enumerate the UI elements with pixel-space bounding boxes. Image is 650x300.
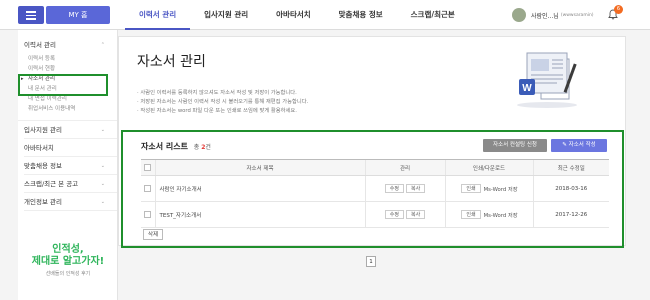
hamburger-menu-button[interactable] (18, 6, 44, 24)
word-document-illustration: W (517, 52, 577, 108)
chevron-down-icon: ⌄ (100, 127, 105, 133)
sidebar-sub-service-history[interactable]: 취업서비스 이용내역 (24, 104, 117, 114)
sidebar-item-privacy[interactable]: 개인정보 관리 ⌄ (24, 193, 117, 211)
page-number-button[interactable]: 1 (366, 256, 376, 267)
nav-avatar-search[interactable]: 아바타서치 (262, 0, 325, 30)
sidebar-item-apply-mgmt[interactable]: 입사지원 관리 ⌄ (24, 121, 117, 139)
chevron-down-icon: ⌄ (100, 181, 105, 187)
note-line: · 작성된 자소서는 word 파일 다운 또는 인쇄로 쓰임에 맞게 활용하세… (137, 108, 297, 114)
list-highlight-box (121, 130, 624, 248)
ad-headline-1: 인적성, (52, 244, 84, 255)
chevron-up-icon: ⌃ (100, 42, 105, 48)
sidebar-sub-resume-register[interactable]: 이력서 등록 (24, 54, 117, 64)
aptitude-ad-banner[interactable]: 인적성, 제대로 알고가자! 선배들의 인적성 후기 (18, 228, 118, 288)
user-menu[interactable]: 사람인...님 (wwwsaramin) (512, 7, 594, 23)
avatar (512, 8, 526, 22)
info-notes: · 사람인 이력서를 등록하지 않으셔도 자소서 작성 및 저장이 가능합니다.… (137, 89, 308, 116)
sidebar-item-avatar-search[interactable]: 아바타서치 (24, 139, 117, 157)
nav-scrap-recent[interactable]: 스크랩/최근본 (397, 0, 469, 30)
nav-resume-mgmt[interactable]: 이력서 관리 (125, 0, 191, 30)
sidebar-item-resume-mgmt[interactable]: 이력서 관리 ⌃ (24, 36, 117, 54)
ad-caption: 선배들의 인적성 후기 (45, 271, 91, 277)
nav-apply-mgmt[interactable]: 입사지원 관리 (190, 0, 262, 30)
note-line: · 사람인 이력서를 등록하지 않으셔도 자소서 작성 및 저장이 가능합니다. (137, 90, 297, 96)
sidebar: 이력서 관리 ⌃ 이력서 등록 이력서 현황 자소서 관리 내 문서 관리 내 … (18, 30, 118, 300)
chevron-down-icon: ⌄ (100, 199, 105, 205)
sidebar-highlight-box (18, 74, 108, 96)
sidebar-item-label: 개인정보 관리 (24, 198, 62, 206)
user-name: 사람인...님 (531, 12, 559, 20)
sidebar-item-label: 아바타서치 (24, 144, 54, 152)
sidebar-item-scrap[interactable]: 스크랩/최근 본 공고 ⌄ (24, 175, 117, 193)
top-bar: MY 홈 이력서 관리 입사지원 관리 아바타서치 맞춤채용 정보 스크랩/최근… (0, 0, 650, 30)
sidebar-item-label: 스크랩/최근 본 공고 (24, 180, 79, 188)
sidebar-sub-resume-status[interactable]: 이력서 현황 (24, 64, 117, 74)
sidebar-item-label: 이력서 관리 (24, 41, 56, 49)
page-title: 자소서 관리 (137, 54, 206, 70)
sidebar-item-label: 맞춤채용 정보 (24, 162, 62, 170)
sidebar-item-custom-jobs[interactable]: 맞춤채용 정보 ⌄ (24, 157, 117, 175)
sidebar-item-label: 입사지원 관리 (24, 126, 62, 134)
my-home-button[interactable]: MY 홈 (46, 6, 110, 24)
notification-badge: 6 (614, 5, 623, 14)
note-line: · 저장된 자소서는 사람인 이력서 작성 시 불러오기를 통해 재편집 가능합… (137, 99, 309, 105)
main-nav: 이력서 관리 입사지원 관리 아바타서치 맞춤채용 정보 스크랩/최근본 (125, 0, 469, 30)
user-id: (wwwsaramin) (560, 12, 594, 18)
chevron-down-icon: ⌄ (100, 163, 105, 169)
ad-headline-2: 제대로 알고가자! (31, 256, 105, 267)
nav-custom-jobs[interactable]: 맞춤채용 정보 (325, 0, 397, 30)
svg-text:W: W (522, 83, 532, 94)
